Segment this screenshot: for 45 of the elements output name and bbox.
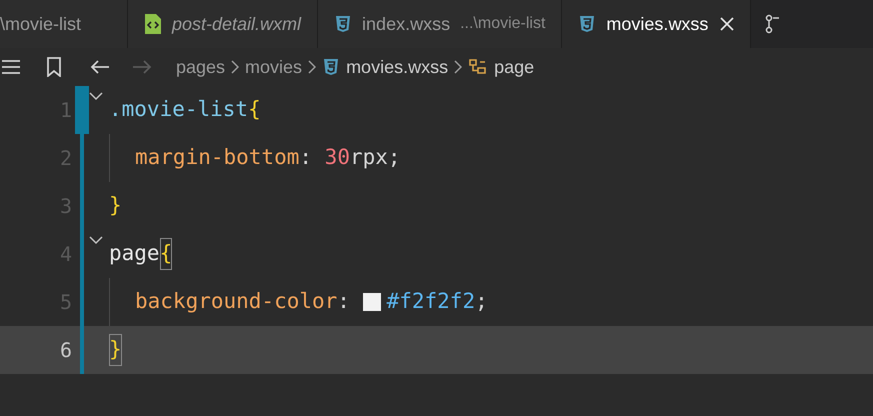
breadcrumb-item[interactable]: movies [245, 54, 302, 80]
breadcrumb-item[interactable]: movies.wxss [346, 54, 448, 80]
chevron-icon [308, 60, 316, 74]
code-text: ; [388, 144, 401, 172]
code-text: : [337, 288, 351, 316]
brace-text: { [248, 96, 261, 124]
code-text: : [299, 144, 314, 172]
brace-text: { [160, 238, 172, 270]
css-file-icon [334, 14, 352, 34]
tab-label: index.wxss [362, 12, 450, 36]
code-text: rpx [350, 144, 388, 172]
code-text: 30 [324, 144, 350, 172]
code-text: page [109, 240, 160, 268]
tab-label: \movie-list [0, 12, 82, 36]
tab-description: ...\movie-list [460, 14, 546, 34]
editor-tab[interactable]: post-detail.wxml [128, 0, 318, 48]
fold-chevron-icon[interactable] [89, 236, 103, 245]
brace-text: } [109, 334, 122, 366]
compare-changes-icon[interactable] [765, 14, 782, 34]
breadcrumb-item[interactable]: pages [176, 54, 226, 80]
brace-text: } [109, 192, 122, 220]
chevron-icon [231, 60, 240, 74]
css-file-icon [322, 57, 340, 77]
code-text: margin-bottom [135, 144, 300, 172]
close-icon[interactable] [720, 17, 734, 31]
breadcrumb-item[interactable]: page [494, 54, 534, 80]
editor-tab[interactable]: \movie-list [0, 0, 128, 48]
fold-chevron-icon[interactable] [89, 92, 103, 101]
code-file-icon [144, 13, 162, 35]
code-text: #f2f2f2 [386, 288, 476, 316]
menu-icon[interactable] [2, 59, 20, 75]
code-text: .movie-list [109, 96, 248, 124]
color-swatch[interactable] [362, 293, 381, 311]
tab-label: post-detail.wxml [172, 12, 302, 36]
editor-tab[interactable]: index.wxss ...\movie-list [318, 0, 562, 48]
structure-icon [468, 58, 488, 76]
css-file-icon [578, 14, 596, 34]
code-text: background-color [135, 288, 338, 316]
bookmark-icon[interactable] [46, 57, 62, 77]
back-arrow-icon[interactable] [90, 59, 110, 75]
chevron-icon [454, 60, 462, 74]
code-text: ; [475, 288, 488, 316]
tab-label: movies.wxss [606, 12, 708, 36]
line-number: 6 [58, 337, 72, 364]
editor-tab[interactable]: movies.wxss [562, 0, 752, 48]
